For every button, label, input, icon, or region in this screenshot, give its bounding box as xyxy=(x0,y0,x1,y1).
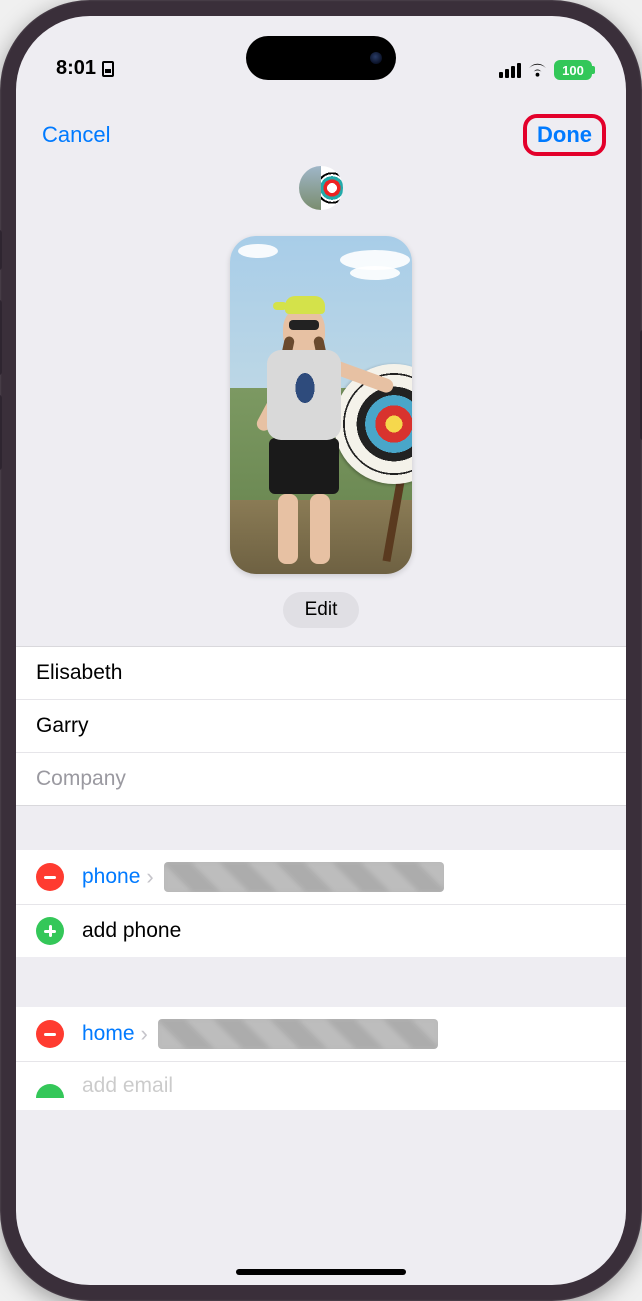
front-camera-icon xyxy=(370,52,382,64)
home-indicator[interactable] xyxy=(236,1269,406,1275)
phone-label-text: phone xyxy=(82,865,140,889)
cellular-signal-icon xyxy=(499,63,521,78)
cancel-button[interactable]: Cancel xyxy=(42,122,110,148)
phone-label-picker[interactable]: phone › xyxy=(82,865,154,889)
section-gap xyxy=(16,806,626,850)
wifi-icon xyxy=(527,63,548,78)
nav-bar: Cancel Done xyxy=(16,86,626,162)
sim-icon xyxy=(102,61,114,77)
add-email-button[interactable] xyxy=(36,1084,64,1098)
status-time: 8:01 xyxy=(56,57,96,80)
add-email-label: add email xyxy=(82,1074,173,1098)
add-phone-label: add phone xyxy=(82,919,181,943)
side-button-volume-up xyxy=(0,300,2,375)
email-list-group: home › add email xyxy=(16,1007,626,1110)
section-gap xyxy=(16,957,626,1007)
name-form-group: Elisabeth Garry Company xyxy=(16,646,626,806)
first-name-field[interactable]: Elisabeth xyxy=(16,647,626,700)
email-label-text: home xyxy=(82,1022,135,1046)
email-value-redacted[interactable] xyxy=(158,1019,438,1049)
add-phone-button[interactable] xyxy=(36,917,64,945)
screen: 8:01 100 Cancel Done xyxy=(16,16,626,1285)
phone-entry-row[interactable]: phone › xyxy=(16,850,626,905)
iphone-frame: 8:01 100 Cancel Done xyxy=(0,0,642,1301)
person-graphic xyxy=(254,306,354,556)
add-email-row[interactable]: add email xyxy=(16,1062,626,1110)
company-field[interactable]: Company xyxy=(16,753,626,806)
remove-email-button[interactable] xyxy=(36,1020,64,1048)
email-entry-row[interactable]: home › xyxy=(16,1007,626,1062)
done-button[interactable]: Done xyxy=(523,114,606,156)
side-button-volume-down xyxy=(0,395,2,470)
chevron-right-icon: › xyxy=(141,1023,148,1045)
edit-poster-button[interactable]: Edit xyxy=(283,592,360,628)
phone-value-redacted[interactable] xyxy=(164,862,444,892)
remove-phone-button[interactable] xyxy=(36,863,64,891)
contact-avatar-thumbnail[interactable] xyxy=(299,166,343,210)
contact-poster-section: Edit xyxy=(16,162,626,646)
contact-poster-card[interactable] xyxy=(230,236,412,574)
dynamic-island xyxy=(246,36,396,80)
email-label-picker[interactable]: home › xyxy=(82,1022,148,1046)
chevron-right-icon: › xyxy=(146,866,153,888)
last-name-field[interactable]: Garry xyxy=(16,700,626,753)
phone-list-group: phone › add phone xyxy=(16,850,626,957)
battery-indicator: 100 xyxy=(554,60,592,80)
add-phone-row[interactable]: add phone xyxy=(16,905,626,957)
side-button-silence xyxy=(0,230,2,270)
